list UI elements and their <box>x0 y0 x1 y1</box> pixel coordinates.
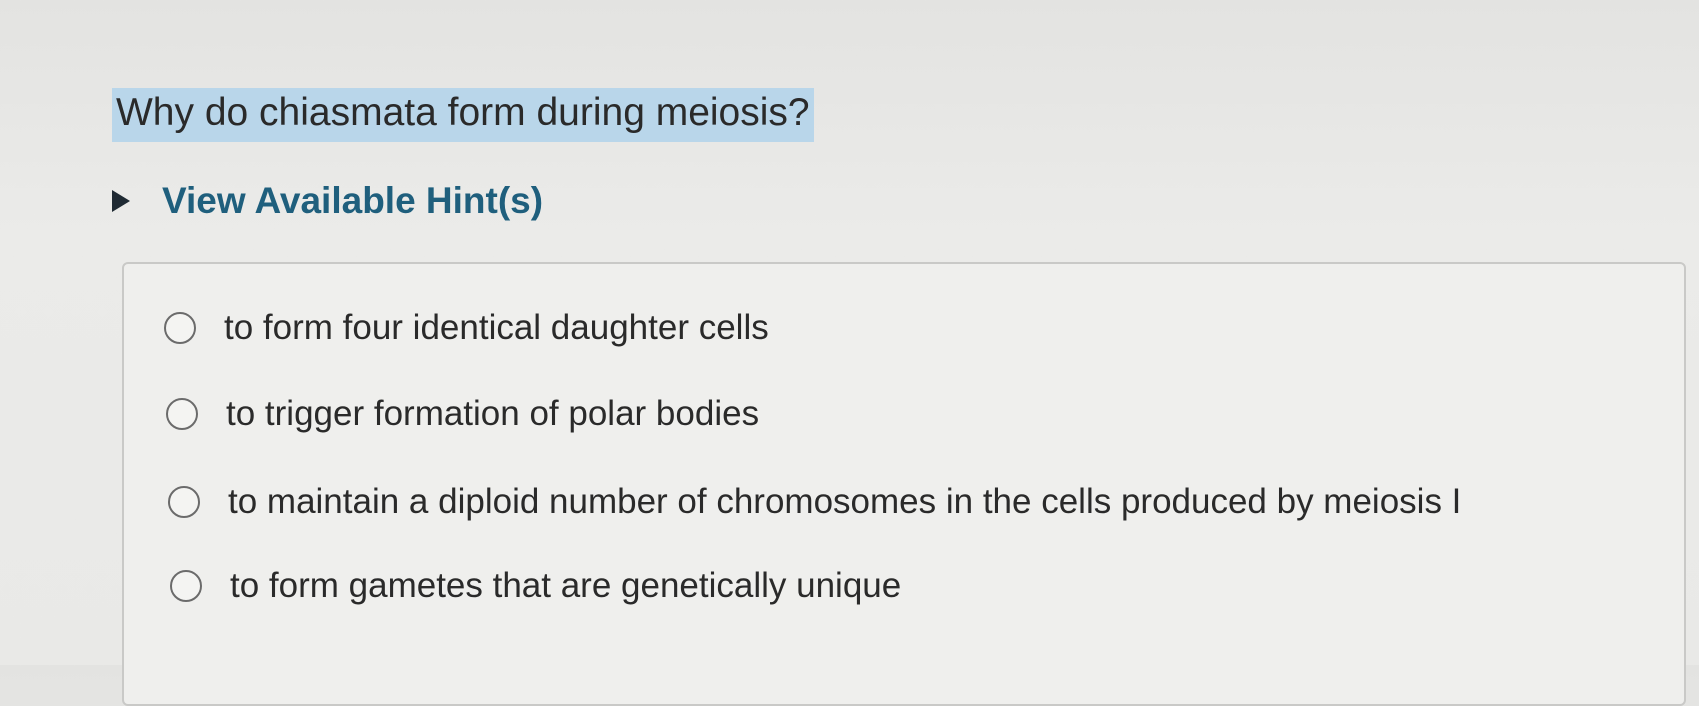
radio-button[interactable] <box>168 486 200 518</box>
answer-option-label: to maintain a diploid number of chromoso… <box>228 482 1462 521</box>
answer-option-label: to form four identical daughter cells <box>224 308 769 347</box>
answer-option-2[interactable]: to trigger formation of polar bodies <box>166 394 759 434</box>
radio-button[interactable] <box>170 570 202 602</box>
radio-button[interactable] <box>166 398 198 430</box>
answer-option-1[interactable]: to form four identical daughter cells <box>164 308 769 348</box>
answer-option-label: to form gametes that are genetically uni… <box>230 566 902 605</box>
radio-button[interactable] <box>164 312 196 344</box>
view-hints-label: View Available Hint(s) <box>162 180 544 221</box>
question-text: Why do chiasmata form during meiosis? <box>112 88 814 142</box>
answer-options-box: to form four identical daughter cells to… <box>122 262 1686 706</box>
triangle-right-icon <box>112 190 130 212</box>
view-hints-toggle[interactable]: View Available Hint(s) <box>112 180 543 222</box>
answer-option-3[interactable]: to maintain a diploid number of chromoso… <box>168 482 1461 522</box>
answer-option-label: to trigger formation of polar bodies <box>226 394 760 433</box>
answer-option-4[interactable]: to form gametes that are genetically uni… <box>170 566 901 606</box>
